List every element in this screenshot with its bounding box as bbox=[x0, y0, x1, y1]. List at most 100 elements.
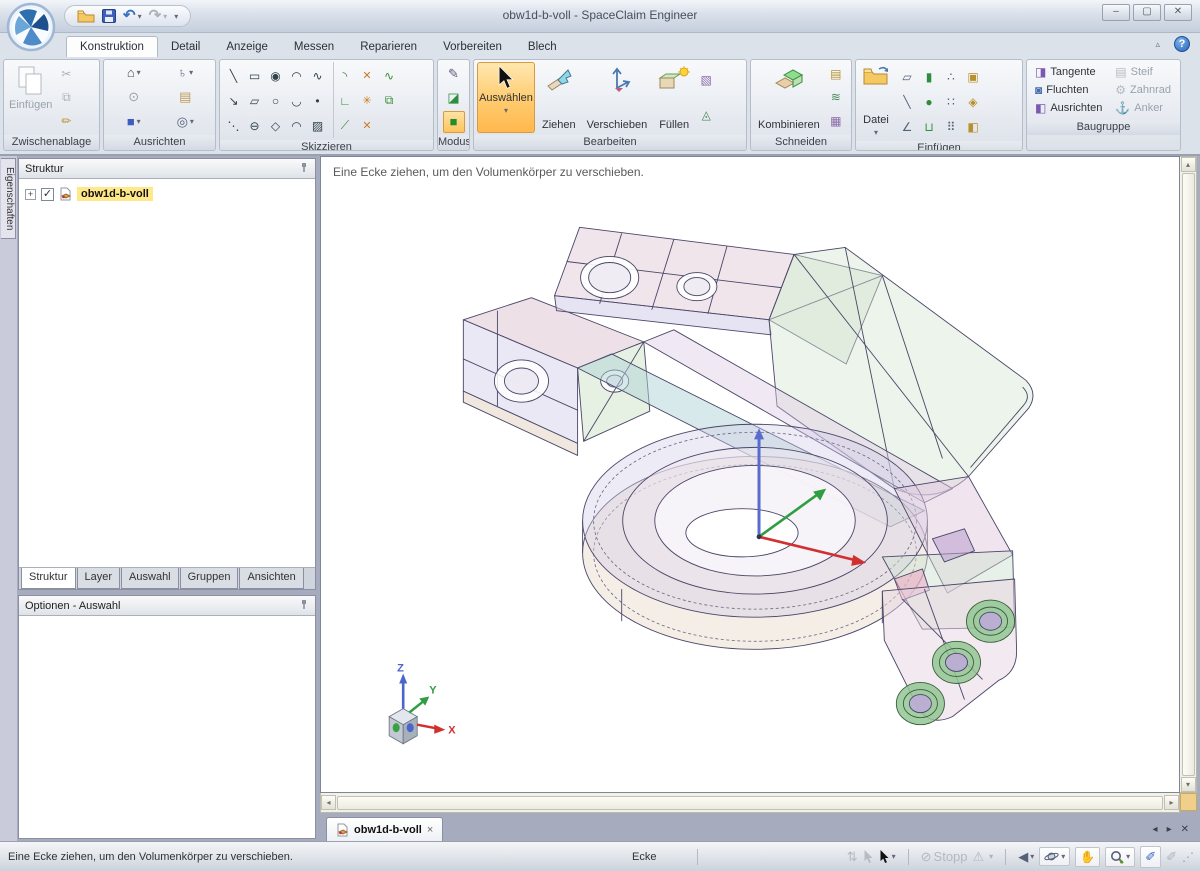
plane-icon[interactable]: ▱ bbox=[896, 64, 918, 89]
solid-mode-icon[interactable]: ■ bbox=[443, 111, 465, 133]
tab-anzeige[interactable]: Anzeige bbox=[213, 37, 281, 57]
tree-item-label[interactable]: obw1d-b-voll bbox=[77, 187, 153, 201]
point-set-icon[interactable]: ∴ bbox=[940, 64, 962, 89]
tab-messen[interactable]: Messen bbox=[281, 37, 347, 57]
replace-face-icon[interactable]: ▧ bbox=[697, 71, 715, 89]
customize-qat-dropdown[interactable]: ▾ bbox=[174, 12, 178, 21]
polygon-icon[interactable]: ▱ bbox=[244, 88, 265, 113]
construction-line-icon[interactable]: ⋱ bbox=[223, 113, 244, 138]
mirror-icon[interactable]: ◧ bbox=[962, 114, 984, 139]
stop-button[interactable]: ⊘ Stopp bbox=[921, 849, 968, 865]
tree-expander-icon[interactable]: + bbox=[25, 189, 36, 200]
pin-icon[interactable] bbox=[299, 162, 309, 176]
split-face-icon[interactable]: ≋ bbox=[827, 88, 845, 106]
cut-icon[interactable]: ✂ bbox=[57, 65, 75, 83]
stop-dropdown[interactable]: ▾ bbox=[989, 852, 993, 861]
spaceclaim-logo-icon[interactable] bbox=[6, 2, 56, 52]
axes-icon[interactable]: ∠ bbox=[896, 114, 918, 139]
shell-icon[interactable]: ◬ bbox=[697, 106, 715, 124]
ellipse-icon[interactable]: ⊖ bbox=[244, 113, 265, 138]
cylinder-icon[interactable]: ▮ bbox=[918, 64, 940, 89]
horizontal-scrollbar[interactable]: ◂ ▸ bbox=[320, 793, 1180, 813]
fillet-icon[interactable]: ◝ bbox=[334, 63, 356, 88]
combine-tool-button[interactable]: Kombinieren bbox=[754, 62, 824, 133]
tab-konstruktion[interactable]: Konstruktion bbox=[66, 36, 158, 57]
file-dropdown[interactable]: ▾ bbox=[874, 128, 878, 137]
file-insert-button[interactable]: Datei ▾ bbox=[859, 62, 893, 139]
format-painter-icon[interactable]: ✏ bbox=[57, 112, 75, 130]
pan-tool-button[interactable]: ✋ bbox=[1075, 847, 1100, 867]
ngon-icon[interactable]: ◇ bbox=[265, 113, 286, 138]
tab-reparieren[interactable]: Reparieren bbox=[347, 37, 430, 57]
document-tab[interactable]: obw1d-b-voll × bbox=[326, 817, 443, 841]
tab-next-icon[interactable]: ▸ bbox=[1167, 824, 1172, 835]
pattern-grid-icon[interactable]: ⠿ bbox=[940, 114, 962, 139]
tab-detail[interactable]: Detail bbox=[158, 37, 213, 57]
visibility-checkbox[interactable]: ✓ bbox=[41, 188, 54, 201]
properties-vertical-tab[interactable]: Eigenschaften bbox=[1, 158, 16, 239]
circle3pt-icon[interactable]: ○ bbox=[265, 88, 286, 113]
model-viewport[interactable]: Z Y X Eine Ecke ziehen, um den Volumenkö… bbox=[320, 156, 1180, 793]
undo-dropdown[interactable]: ▾ bbox=[138, 12, 142, 21]
tree-row[interactable]: + ✓ obw1d-b-voll bbox=[25, 187, 309, 201]
sweep-arc-icon[interactable]: ◡ bbox=[286, 88, 307, 113]
select-previous-icon[interactable] bbox=[863, 850, 874, 864]
arc-icon[interactable]: ◠ bbox=[286, 63, 307, 88]
gear-mate-button[interactable]: ⚙Zahnrad bbox=[1115, 83, 1172, 97]
trim-icon[interactable]: ✕ bbox=[356, 63, 378, 88]
sketch-mode-icon[interactable]: ✎ bbox=[443, 63, 465, 85]
tangent-arc-icon[interactable]: ◠ bbox=[286, 113, 307, 138]
collapse-ribbon-icon[interactable]: ▵ bbox=[1155, 39, 1160, 50]
polyline-icon[interactable]: ↘ bbox=[223, 88, 244, 113]
scroll-up-icon[interactable]: ▴ bbox=[1181, 157, 1196, 172]
redo-button[interactable]: ↷ ▾ bbox=[149, 9, 168, 23]
axis-icon[interactable]: ╲ bbox=[896, 89, 918, 114]
horizontal-scroll-thumb[interactable] bbox=[337, 796, 1163, 810]
open-button[interactable] bbox=[77, 9, 95, 23]
scroll-left-icon[interactable]: ◂ bbox=[321, 795, 336, 810]
fill-region-icon[interactable]: ▨ bbox=[307, 113, 328, 138]
close-button[interactable]: ✕ bbox=[1164, 4, 1192, 21]
extend-icon[interactable]: ✕ bbox=[356, 113, 378, 138]
anchor-mate-button[interactable]: ⚓Anker bbox=[1115, 101, 1172, 115]
scroll-right-icon[interactable]: ▸ bbox=[1164, 795, 1179, 810]
align-mate-button[interactable]: ◙Fluchten bbox=[1035, 83, 1103, 97]
bend-icon[interactable]: ∿ bbox=[378, 63, 400, 88]
panel-tab-gruppen[interactable]: Gruppen bbox=[180, 568, 239, 589]
redo-dropdown[interactable]: ▾ bbox=[163, 12, 167, 21]
line-icon[interactable]: ╲ bbox=[223, 63, 244, 88]
eye-view-icon[interactable]: ⊙ bbox=[108, 85, 160, 110]
rigid-mate-button[interactable]: ▤Steif bbox=[1115, 65, 1172, 79]
minimize-button[interactable]: – bbox=[1102, 4, 1130, 21]
circle-icon[interactable]: ◉ bbox=[265, 63, 286, 88]
offset-icon[interactable]: ⧉ bbox=[378, 88, 400, 113]
point-icon[interactable]: • bbox=[307, 88, 328, 113]
select-dropdown[interactable]: ▾ bbox=[504, 106, 508, 115]
shell-solid-icon[interactable]: ▣ bbox=[962, 64, 984, 89]
tab-close-all-icon[interactable]: ✕ bbox=[1181, 824, 1189, 835]
pull-tool-button[interactable]: Ziehen bbox=[538, 62, 580, 133]
panel-tab-auswahl[interactable]: Auswahl bbox=[121, 568, 179, 589]
zoom-view-button[interactable]: ◎▾ bbox=[160, 109, 212, 134]
paste-button[interactable]: Einfügen bbox=[7, 62, 54, 133]
section-mode-icon[interactable]: ◪ bbox=[443, 87, 465, 109]
tangent-mate-button[interactable]: ◨Tangente bbox=[1035, 65, 1103, 79]
view-triad[interactable]: Z Y X bbox=[389, 662, 456, 743]
split-body-icon[interactable]: ▤ bbox=[827, 65, 845, 83]
layers-icon[interactable]: ▤ bbox=[160, 85, 212, 110]
tab-blech[interactable]: Blech bbox=[515, 37, 570, 57]
home-view-button[interactable]: ⌂▾ bbox=[108, 61, 160, 85]
magnet-icon[interactable]: ⊔ bbox=[918, 114, 940, 139]
tab-prev-icon[interactable]: ◂ bbox=[1153, 824, 1158, 835]
chamfer-icon[interactable]: ∟ bbox=[334, 88, 356, 113]
project-body-icon[interactable]: ▦ bbox=[827, 112, 845, 130]
select-tool-button[interactable]: Auswählen ▾ bbox=[477, 62, 535, 133]
move-tool-button[interactable]: Verschieben bbox=[583, 62, 652, 133]
panel-tab-ansichten[interactable]: Ansichten bbox=[239, 568, 303, 589]
spin-view-button[interactable]: ♄▾ bbox=[160, 61, 212, 85]
undo-button[interactable]: ↶ ▾ bbox=[123, 9, 142, 23]
secondary-pen-button[interactable]: ✐ bbox=[1166, 849, 1177, 865]
pin-icon[interactable] bbox=[299, 599, 309, 613]
vertical-scrollbar[interactable]: ▴ ▾ bbox=[1180, 156, 1197, 793]
vertical-scroll-thumb[interactable] bbox=[1182, 173, 1195, 776]
